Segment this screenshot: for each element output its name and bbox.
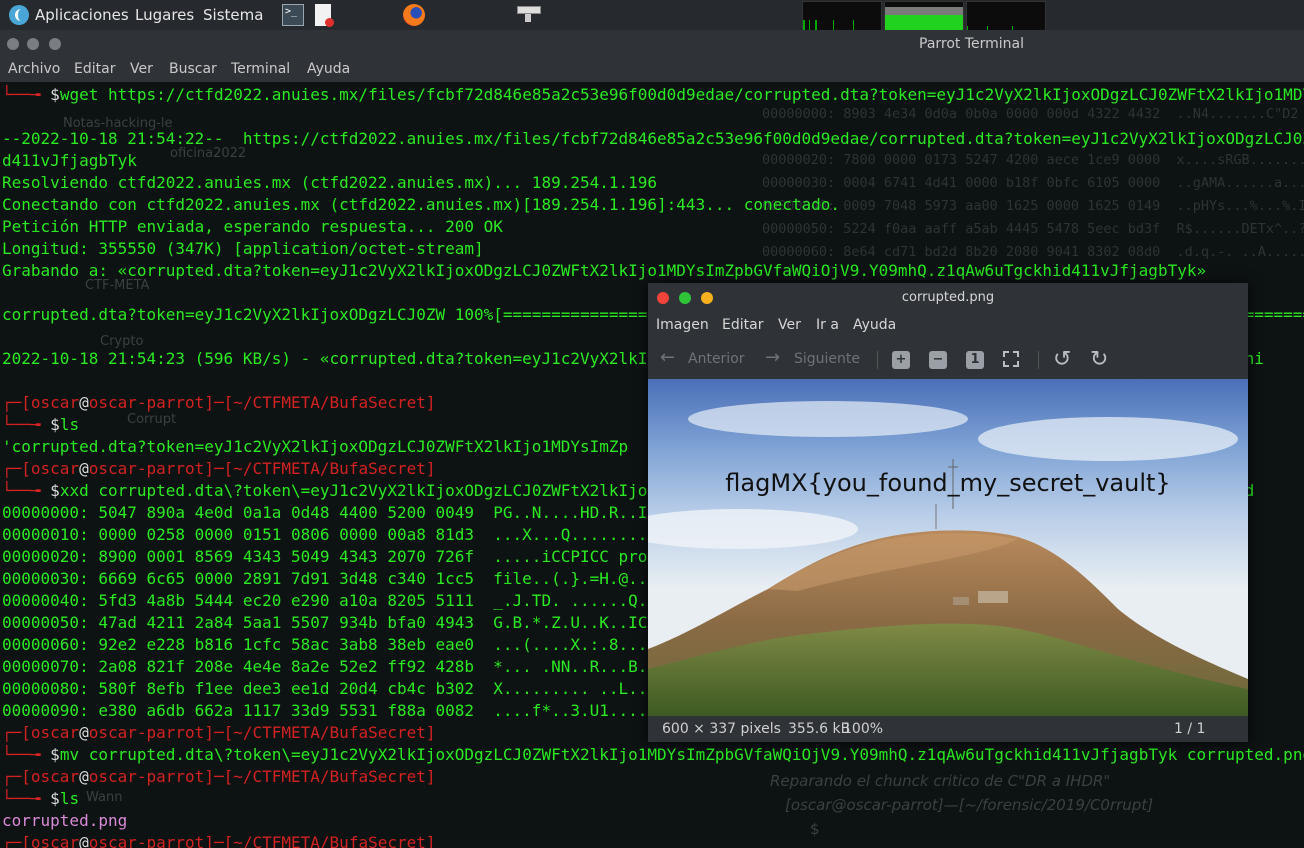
viewer-title: corrupted.png (901, 290, 995, 305)
viewer-menubar: Imagen Editar Ver Ir a Ayuda (648, 313, 1248, 339)
next-button[interactable]: Siguiente (794, 351, 860, 367)
terminal-line: Conectando con ctfd2022.anuies.mx (ctfd2… (2, 195, 841, 214)
zoom-normal-button[interactable]: 1 (966, 351, 984, 369)
menu-editar[interactable]: Editar (74, 61, 115, 77)
prompt-line: ┌─[oscar@oscar-parrot]─[~/CTFMETA/BufaSe… (2, 723, 436, 742)
viewer-statusbar: 600 × 337 pixels 355.6 kB 100% 1 / 1 (648, 716, 1248, 742)
rotate-right-icon[interactable]: ↻ (1090, 347, 1108, 372)
viewer-menu-ir-a[interactable]: Ir a (816, 317, 839, 333)
bg-hex-line: 00000060: 8e64 cd71 bd2d 8b20 2080 9041 … (762, 244, 1304, 260)
terminal-titlebar: Parrot Terminal (0, 30, 1304, 58)
hex-line: 00000050: 47ad 4211 2a84 5aa1 5507 934b … (2, 613, 648, 632)
close-window-button[interactable] (7, 38, 19, 50)
flag-text: flagMX{you_found_my_secret_vault} (725, 469, 1171, 497)
minimize-window-button[interactable] (27, 38, 39, 50)
hex-line: 00000030: 6669 6c65 0000 2891 7d91 3d48 … (2, 569, 648, 588)
viewer-menu-ayuda[interactable]: Ayuda (853, 317, 896, 333)
terminal-line: Longitud: 355550 (347K) [application/oct… (2, 239, 484, 258)
top-panel: Aplicaciones Lugares Sistema (0, 0, 1304, 31)
menu-terminal[interactable]: Terminal (231, 61, 290, 77)
prompt-line: ┌─[oscar@oscar-parrot]─[~/CTFMETA/BufaSe… (2, 833, 436, 848)
displayed-image[interactable]: flagMX{you_found_my_secret_vault} (648, 379, 1248, 716)
bg-hex-line: 00000000: 8903 4e34 0d0a 0b0a 0000 000d … (762, 106, 1299, 122)
terminal-line: Petición HTTP enviada, esperando respues… (2, 217, 503, 236)
rotate-left-icon[interactable]: ↺ (1053, 347, 1071, 372)
viewer-toolbar: ← Anterior → Siguiente + − 1 ↺ ↻ (648, 341, 1248, 379)
network-monitor-graph (966, 1, 1046, 31)
bg-hex-line: 00000030: 0004 6741 4d41 0000 b18f 0bfc … (762, 175, 1304, 191)
bg-repair-note: Reparando el chunck critico de C"DR a IH… (770, 772, 1111, 790)
bg-hex-line: 00000020: 7800 0000 0173 5247 4200 aece … (762, 152, 1304, 168)
zoom-out-button[interactable]: − (929, 351, 947, 369)
image-viewer-window: corrupted.png Imagen Editar Ver Ir a Ayu… (648, 283, 1248, 742)
prompt-line: ┌─[oscar@oscar-parrot]─[~/CTFMETA/BufaSe… (2, 459, 436, 478)
network-icon[interactable] (517, 4, 541, 24)
bg-hex-line: 00000050: 5224 f0aa aaff a5ab 4445 5478 … (762, 221, 1304, 237)
zoom-in-button[interactable]: + (892, 351, 910, 369)
image-counter: 1 / 1 (1174, 721, 1206, 737)
viewer-menu-ver[interactable]: Ver (778, 317, 801, 333)
menu-system[interactable]: Sistema (203, 6, 263, 24)
terminal-launcher-icon[interactable] (282, 4, 304, 26)
terminal-line: 'corrupted.dta?token=eyJ1c2VyX2lkIjoxODg… (2, 437, 629, 456)
menu-buscar[interactable]: Buscar (169, 61, 217, 77)
hex-line: 00000090: e380 a6db 662a 1117 33d9 5531 … (2, 701, 648, 720)
command-line: └──╼ $mv corrupted.dta\?token\=eyJ1c2VyX… (2, 745, 1304, 764)
cpu-monitor-graph (802, 1, 882, 31)
command-line: └──╼ $ls (2, 789, 80, 808)
terminal-line: └──╼ $wget https://ctfd2022.anuies.mx/fi… (2, 85, 1304, 104)
hex-line: 00000020: 8900 0001 8569 4343 5049 4343 … (2, 547, 648, 566)
menu-applications[interactable]: Aplicaciones (35, 6, 129, 24)
toolbar-separator (1038, 351, 1039, 369)
viewer-menu-editar[interactable]: Editar (722, 317, 763, 333)
menu-archivo[interactable]: Archivo (8, 61, 60, 77)
image-file-size: 355.6 kB (788, 721, 851, 737)
bg-hex-line: 00000040: 0009 7048 5973 aa00 1625 0000 … (762, 198, 1304, 214)
firefox-launcher-icon[interactable] (403, 4, 425, 26)
maximize-window-button[interactable] (49, 38, 61, 50)
hex-line: 00000060: 92e2 e228 b816 1cfc 58ac 3ab8 … (2, 635, 648, 654)
terminal-line: Grabando a: «corrupted.dta?token=eyJ1c2V… (2, 261, 1207, 280)
arrow-right-icon[interactable]: → (765, 347, 780, 368)
text-editor-launcher-icon[interactable] (315, 4, 334, 27)
hex-line: 00000000: 5047 890a 4e0d 0a1a 0d48 4400 … (2, 503, 648, 522)
hex-line: 00000080: 580f 8efb f1ee dee3 ee1d 20d4 … (2, 679, 648, 698)
menu-places[interactable]: Lugares (135, 6, 194, 24)
parrot-logo-icon[interactable] (9, 5, 29, 25)
zoom-level: 100% (843, 721, 884, 737)
hex-line: 00000010: 0000 0258 0000 0151 0806 0000 … (2, 525, 648, 544)
hex-line: 00000070: 2a08 821f 208e 4e4e 8a2e 52e2 … (2, 657, 648, 676)
terminal-line: --2022-10-18 21:54:22-- https://ctfd2022… (2, 129, 1304, 148)
terminal-line: corrupted.png (2, 811, 128, 830)
memory-monitor-graph (884, 1, 964, 31)
bg-folder-crypto: Crypto (100, 334, 144, 349)
toolbar-separator (877, 351, 878, 369)
bg-prompt-path: [oscar@oscar-parrot]—[~/forensic/2019/C0… (785, 796, 1154, 814)
command-line: └──╼ $ls (2, 415, 80, 434)
prompt-line: ┌─[oscar@oscar-parrot]─[~/CTFMETA/BufaSe… (2, 767, 436, 786)
image-dimensions: 600 × 337 pixels (662, 721, 781, 737)
terminal-title: Parrot Terminal (919, 36, 1025, 52)
bg-prompt-dollar: $ (810, 820, 820, 838)
menu-ayuda[interactable]: Ayuda (307, 61, 350, 77)
viewer-titlebar: corrupted.png (648, 283, 1248, 311)
terminal-line: d411vJfjagbTyk (2, 151, 137, 170)
viewer-menu-imagen[interactable]: Imagen (656, 317, 709, 333)
terminal-line: Resolviendo ctfd2022.anuies.mx (ctfd2022… (2, 173, 658, 192)
previous-button[interactable]: Anterior (688, 351, 745, 367)
terminal-menubar: Archivo Editar Ver Buscar Terminal Ayuda (0, 58, 1304, 82)
bg-folder-corrupt: Corrupt (127, 412, 177, 427)
prompt-line: ┌─[oscar@oscar-parrot]─[~/CTFMETA/BufaSe… (2, 393, 436, 412)
hex-line: 00000040: 5fd3 4a8b 5444 ec20 e290 a10a … (2, 591, 648, 610)
bg-folder-wann: Wann (86, 790, 123, 805)
arrow-left-icon[interactable]: ← (660, 347, 675, 368)
menu-ver[interactable]: Ver (130, 61, 153, 77)
fullscreen-icon[interactable] (1003, 351, 1019, 367)
mountain-landscape-image (648, 401, 1248, 716)
